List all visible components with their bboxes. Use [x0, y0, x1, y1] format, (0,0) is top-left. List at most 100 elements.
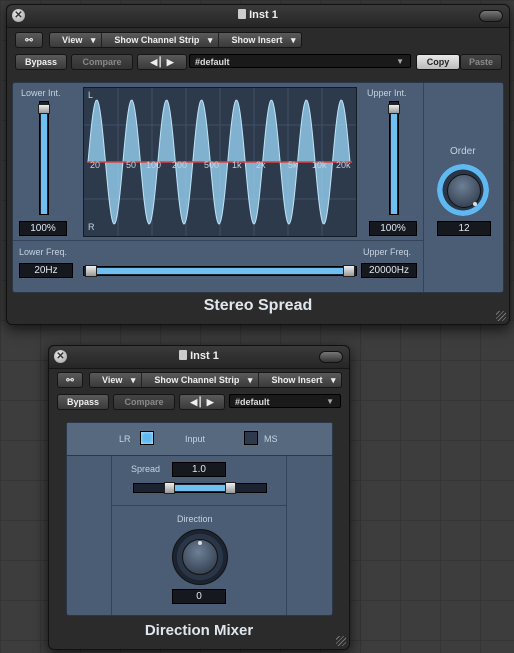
preset-prev-next[interactable]: ◀ ▏▶: [179, 394, 225, 410]
lower-int-handle[interactable]: [38, 104, 50, 114]
lr-checkbox[interactable]: [140, 431, 154, 445]
freq-tick: 200: [172, 160, 188, 170]
resize-handle-icon[interactable]: [336, 636, 346, 646]
window-title: Inst 1: [249, 9, 278, 21]
spread-left-handle[interactable]: [164, 482, 175, 494]
window-title: Inst 1: [190, 350, 219, 362]
toolbar-toggle-button[interactable]: [479, 10, 503, 22]
freq-tick: 5k: [288, 160, 298, 170]
resize-handle-icon[interactable]: [496, 311, 506, 321]
freq-tick: 2k: [256, 160, 266, 170]
freq-tick: 20: [90, 160, 101, 170]
show-insert-menu[interactable]: Show Insert ▾: [219, 33, 301, 47]
view-menu[interactable]: View ▾: [90, 373, 143, 387]
paste-button[interactable]: Paste: [460, 54, 502, 70]
plugin-name: Stereo Spread: [203, 297, 313, 314]
toolbar-toggle-button[interactable]: [319, 351, 343, 363]
compare-button[interactable]: Compare: [71, 54, 133, 70]
freq-range-fill: [94, 268, 346, 274]
upper-freq-value[interactable]: 20000Hz: [361, 263, 417, 278]
copy-button[interactable]: Copy: [416, 54, 460, 70]
lower-int-slider[interactable]: [38, 101, 50, 215]
bypass-button[interactable]: Bypass: [15, 54, 67, 70]
left-gutter: [111, 456, 112, 615]
order-knob-indicator: [473, 202, 477, 206]
lower-int-value[interactable]: 100%: [19, 221, 67, 236]
upper-int-slider[interactable]: [388, 101, 400, 215]
spread-label: Spread: [131, 464, 161, 474]
chevron-down-icon: ▼: [326, 397, 334, 406]
document-icon: [238, 9, 247, 19]
order-label: Order: [450, 146, 476, 157]
lower-int-fill: [41, 112, 47, 214]
right-channel-label: R: [88, 222, 95, 232]
link-icon: ⚯: [66, 375, 74, 385]
spread-graph[interactable]: L R 20 50 100 200 500 1k 2k 5k 10k 20k: [83, 87, 357, 237]
direction-label: Direction: [177, 514, 213, 524]
freq-range-low-handle[interactable]: [85, 265, 97, 277]
next-arrow-icon[interactable]: ▶: [167, 57, 174, 67]
right-gutter: [286, 456, 287, 615]
upper-int-handle[interactable]: [388, 104, 400, 114]
stereo-spread-window: ✕ Inst 1 ⚯ View ▾ Show Channel Strip ▾ S…: [6, 4, 510, 325]
freq-range-slider[interactable]: [83, 265, 357, 277]
input-row: LR Input MS: [67, 423, 332, 456]
link-button[interactable]: ⚯: [15, 32, 43, 48]
lower-int-label: Lower Int.: [21, 88, 61, 98]
input-label: Input: [185, 434, 206, 444]
direction-knob-indicator: [198, 541, 202, 545]
spread-value[interactable]: 1.0: [172, 462, 226, 477]
freq-tick: 10k: [312, 160, 327, 170]
order-knob[interactable]: [437, 164, 489, 216]
view-menu-group: View ▾ Show Channel Strip ▾ Show Insert …: [49, 32, 303, 48]
spread-right-handle[interactable]: [225, 482, 236, 494]
direction-mixer-window: ✕ Inst 1 ⚯ View ▾ Show Channel Strip ▾ S…: [48, 345, 350, 650]
next-arrow-icon[interactable]: ▶: [207, 397, 214, 407]
lower-freq-value[interactable]: 20Hz: [19, 263, 73, 278]
direction-knob[interactable]: [172, 529, 228, 585]
link-icon: ⚯: [25, 35, 33, 45]
link-button[interactable]: ⚯: [57, 372, 83, 388]
freq-tick: 500: [204, 160, 220, 170]
title-bar[interactable]: ✕ Inst 1: [49, 346, 349, 369]
spread-fill: [168, 485, 232, 491]
preset-select[interactable]: #default ▼: [229, 394, 341, 408]
title-bar[interactable]: ✕ Inst 1: [7, 5, 509, 28]
freq-tick: 100: [146, 160, 162, 170]
order-value[interactable]: 12: [437, 221, 491, 236]
chevron-down-icon: ▼: [396, 57, 404, 66]
freq-range-high-handle[interactable]: [343, 265, 355, 277]
spread-panel: Lower Int. 100% L R 20 50 100 200 500 1k…: [12, 82, 504, 293]
freq-tick: 50: [126, 160, 137, 170]
upper-int-value[interactable]: 100%: [369, 221, 417, 236]
upper-freq-label: Upper Freq.: [363, 247, 412, 257]
view-menu-group: View ▾ Show Channel Strip ▾ Show Insert …: [89, 372, 343, 388]
freq-divider: [13, 240, 423, 241]
order-section: Order 12: [423, 83, 504, 292]
freq-tick: 1k: [232, 160, 242, 170]
left-channel-label: L: [88, 90, 94, 100]
show-insert-menu[interactable]: Show Insert ▾: [259, 373, 341, 387]
ms-checkbox[interactable]: [244, 431, 258, 445]
plugin-name: Direction Mixer: [144, 622, 254, 639]
show-channel-strip-menu[interactable]: Show Channel Strip ▾: [102, 33, 220, 47]
prev-arrow-icon[interactable]: ◀: [190, 397, 197, 407]
prev-arrow-icon[interactable]: ◀: [150, 57, 157, 67]
document-icon: [179, 350, 188, 360]
freq-tick-row: 20 50 100 200 500 1k 2k 5k 10k 20k: [84, 160, 356, 172]
spread-slider[interactable]: [133, 482, 267, 494]
upper-int-label: Upper Int.: [367, 88, 407, 98]
lower-freq-label: Lower Freq.: [19, 247, 68, 257]
freq-tick: 20k: [336, 160, 351, 170]
view-menu[interactable]: View ▾: [50, 33, 103, 47]
spread-divider: [112, 505, 286, 506]
preset-select[interactable]: #default ▼: [189, 54, 411, 68]
lr-label: LR: [119, 434, 131, 444]
bypass-button[interactable]: Bypass: [57, 394, 109, 410]
upper-int-fill: [391, 112, 397, 214]
preset-prev-next[interactable]: ◀ ▏▶: [137, 54, 187, 70]
show-channel-strip-menu[interactable]: Show Channel Strip ▾: [142, 373, 260, 387]
direction-value[interactable]: 0: [172, 589, 226, 604]
compare-button[interactable]: Compare: [113, 394, 175, 410]
direction-panel: LR Input MS Spread 1.0 Direction 0: [66, 422, 333, 616]
